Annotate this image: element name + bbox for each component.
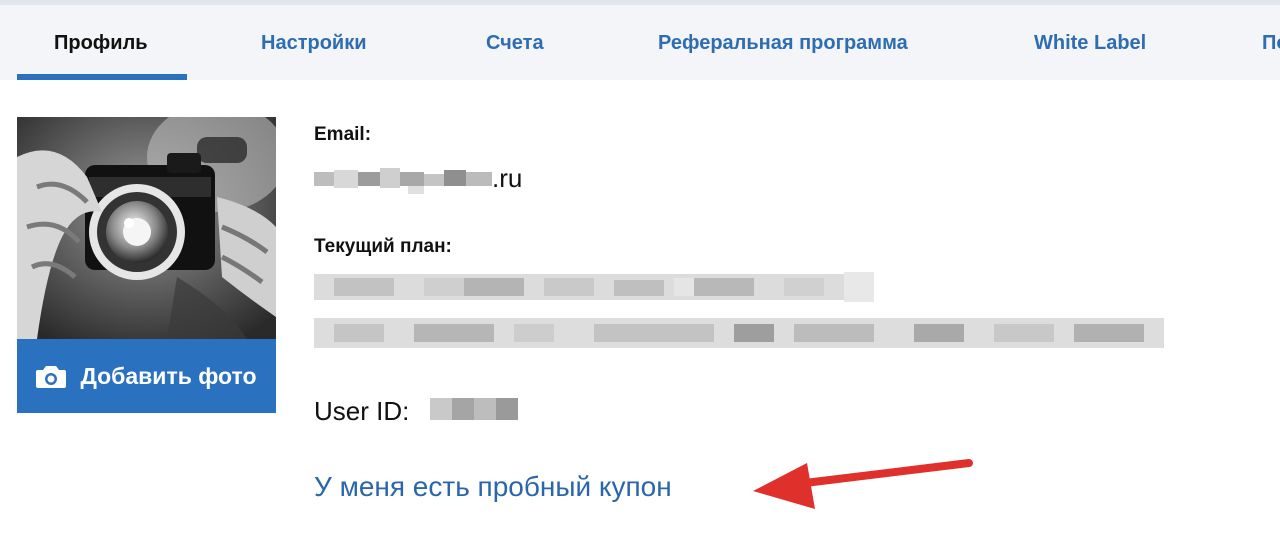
current-plan-label: Текущий план: xyxy=(314,236,452,257)
user-id-redacted xyxy=(430,396,520,424)
user-id-label: User ID: xyxy=(314,396,410,426)
current-plan-redacted xyxy=(314,268,1164,360)
tab-referral-program[interactable]: Реферальная программа xyxy=(658,5,908,80)
annotation-arrow xyxy=(753,459,973,509)
trial-coupon-link[interactable]: У меня есть пробный купон xyxy=(314,471,672,503)
add-photo-button[interactable]: Добавить фото xyxy=(17,339,276,413)
camera-icon xyxy=(36,366,67,388)
add-photo-label: Добавить фото xyxy=(80,362,257,389)
email-domain: .ru xyxy=(492,163,523,193)
tab-white-label[interactable]: White Label xyxy=(1034,5,1146,80)
email-label: Email: xyxy=(314,124,372,145)
tab-settings[interactable]: Настройки xyxy=(261,5,367,80)
tab-invoices[interactable]: Счета xyxy=(486,5,544,80)
profile-photo xyxy=(17,117,276,339)
email-redacted xyxy=(314,160,492,200)
avatar: Добавить фото xyxy=(17,117,276,413)
tab-bar: Профиль Настройки Счета Реферальная прог… xyxy=(0,5,1280,80)
tab-more[interactable]: По xyxy=(1262,5,1280,80)
tab-profile[interactable]: Профиль xyxy=(54,5,148,80)
active-tab-indicator xyxy=(17,74,187,80)
